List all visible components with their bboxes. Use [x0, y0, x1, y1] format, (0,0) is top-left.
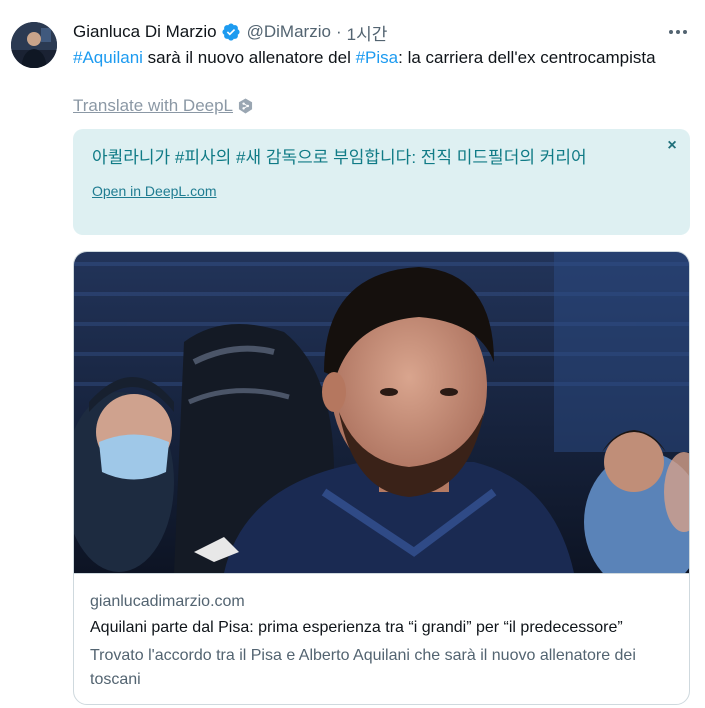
deepl-translation-panel: 아퀼라니가 #피사의 #새 감독으로 부임합니다: 전직 미드필더의 커리어 O… — [73, 129, 690, 235]
hashtag-aquilani[interactable]: #Aquilani — [73, 48, 143, 67]
translate-link-label: Translate with DeepL — [73, 96, 234, 115]
tweet-header: Gianluca Di Marzio @DiMarzio · 1시간 — [73, 19, 387, 45]
tweet-text-part2: : la carriera dell'ex centrocampista — [398, 48, 656, 67]
deepl-translation-text: 아퀼라니가 #피사의 #새 감독으로 부임합니다: 전직 미드필더의 커리어 — [92, 148, 587, 167]
deepl-logo-icon — [238, 98, 253, 114]
verified-badge-icon — [222, 23, 240, 41]
card-title: Aquilani parte dal Pisa: prima esperienz… — [90, 619, 623, 636]
translate-with-deepl-link[interactable]: Translate with DeepL — [73, 95, 253, 117]
hashtag-pisa[interactable]: #Pisa — [356, 48, 399, 67]
close-icon[interactable]: × — [664, 138, 680, 154]
more-dots-icon[interactable] — [666, 22, 690, 42]
avatar-photo — [11, 22, 57, 68]
tweet-text-part1: sarà il nuovo allenatore del — [142, 48, 356, 67]
card-domain: gianlucadimarzio.com — [90, 593, 245, 610]
tweet-timestamp[interactable]: 1시간 — [347, 20, 388, 45]
tweet: Gianluca Di Marzio @DiMarzio · 1시간 #Aqui… — [0, 0, 705, 708]
author-avatar[interactable] — [11, 22, 57, 68]
tweet-text: #Aquilani sarà il nuovo allenatore del #… — [73, 46, 673, 70]
open-in-deepl-link[interactable]: Open in DeepL.com — [92, 182, 217, 200]
link-preview-card[interactable]: gianlucadimarzio.com Aquilani parte dal … — [73, 251, 690, 705]
card-description: Trovato l'accordo tra il Pisa e Alberto … — [90, 647, 636, 688]
author-handle[interactable]: @DiMarzio — [247, 22, 331, 42]
author-name[interactable]: Gianluca Di Marzio — [73, 22, 217, 42]
card-photo[interactable] — [74, 252, 689, 574]
separator-dot: · — [335, 22, 342, 41]
